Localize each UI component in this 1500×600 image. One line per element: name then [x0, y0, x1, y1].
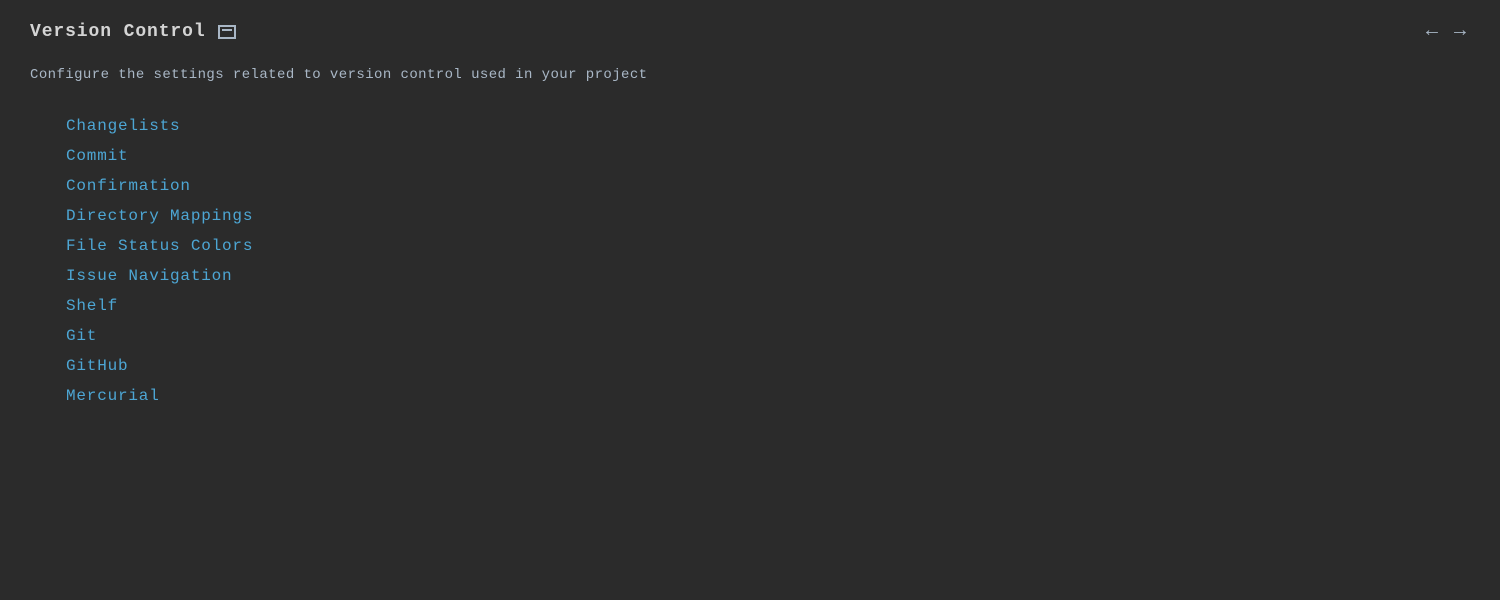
page-title: Version Control: [30, 22, 206, 42]
nav-list: ChangelistsCommitConfirmationDirectory M…: [30, 111, 1470, 411]
header: Version Control ← →: [30, 20, 1470, 43]
forward-button[interactable]: →: [1450, 20, 1470, 43]
header-left: Version Control: [30, 22, 236, 42]
nav-item-confirmation[interactable]: Confirmation: [30, 171, 1470, 201]
nav-item-file-status-colors[interactable]: File Status Colors: [30, 231, 1470, 261]
nav-item-changelists[interactable]: Changelists: [30, 111, 1470, 141]
nav-item-issue-navigation[interactable]: Issue Navigation: [30, 261, 1470, 291]
nav-item-git[interactable]: Git: [30, 321, 1470, 351]
nav-item-shelf[interactable]: Shelf: [30, 291, 1470, 321]
nav-item-github[interactable]: GitHub: [30, 351, 1470, 381]
nav-item-directory-mappings[interactable]: Directory Mappings: [30, 201, 1470, 231]
window-icon: [218, 25, 236, 39]
back-button[interactable]: ←: [1422, 20, 1442, 43]
nav-arrows: ← →: [1422, 20, 1470, 43]
page-description: Configure the settings related to versio…: [30, 67, 1470, 83]
page-container: Version Control ← → Configure the settin…: [0, 0, 1500, 600]
nav-item-commit[interactable]: Commit: [30, 141, 1470, 171]
nav-item-mercurial[interactable]: Mercurial: [30, 381, 1470, 411]
